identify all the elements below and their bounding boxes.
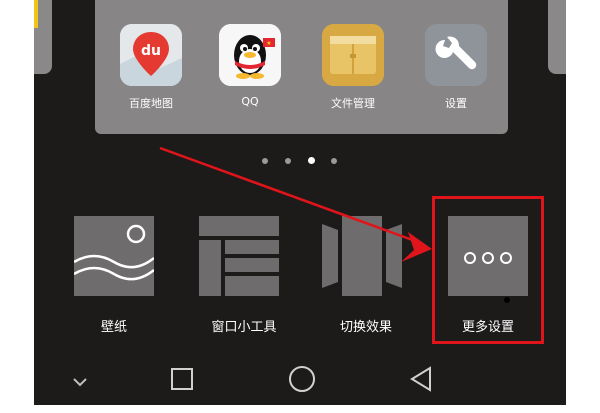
chevron-down-icon[interactable]	[64, 363, 96, 395]
page-dot-active[interactable]	[308, 157, 315, 164]
page-dot[interactable]	[331, 158, 337, 164]
home-page-preview[interactable]: du 百度地图 ★ QQ 文件管理 设置	[95, 0, 508, 134]
app-settings[interactable]: 设置	[416, 24, 496, 120]
home-circle-icon[interactable]	[286, 363, 318, 395]
app-label: 百度地图	[129, 97, 173, 110]
baidu-map-icon: du	[120, 24, 182, 86]
folder-icon	[322, 24, 384, 86]
option-label: 壁纸	[100, 320, 127, 335]
page-dot[interactable]	[285, 158, 291, 164]
navigation-bar	[34, 355, 566, 405]
wallpaper-icon	[73, 216, 155, 296]
app-label: QQ	[241, 95, 259, 108]
qq-penguin-icon: ★	[219, 24, 281, 86]
page-dot[interactable]	[262, 158, 268, 164]
option-wallpaper[interactable]: 壁纸	[54, 216, 174, 336]
annotation-highlight-box	[432, 196, 544, 344]
app-label: 设置	[445, 97, 467, 110]
svg-text:★: ★	[266, 40, 271, 47]
svg-text:du: du	[141, 43, 161, 59]
app-baidu-map[interactable]: du 百度地图	[111, 24, 191, 120]
app-qq[interactable]: ★ QQ	[210, 24, 290, 120]
widgets-icon	[199, 216, 279, 296]
launcher-edit-screen: du 百度地图 ★ QQ 文件管理 设置 壁纸 窗口小工具 切换效果 更多设置	[34, 0, 566, 405]
app-file-manager[interactable]: 文件管理	[313, 24, 393, 120]
app-label: 文件管理	[331, 97, 375, 110]
next-page-preview[interactable]	[548, 0, 566, 74]
option-transition-effects[interactable]: 切换效果	[306, 216, 426, 336]
back-triangle-icon[interactable]	[406, 363, 438, 395]
recents-square-icon[interactable]	[166, 363, 198, 395]
option-widgets[interactable]: 窗口小工具	[184, 216, 304, 336]
previous-page-preview[interactable]	[34, 0, 52, 74]
transition-effect-icon	[322, 216, 402, 296]
wrench-icon	[425, 24, 487, 86]
option-label: 窗口小工具	[211, 320, 277, 335]
option-label: 切换效果	[339, 320, 392, 335]
